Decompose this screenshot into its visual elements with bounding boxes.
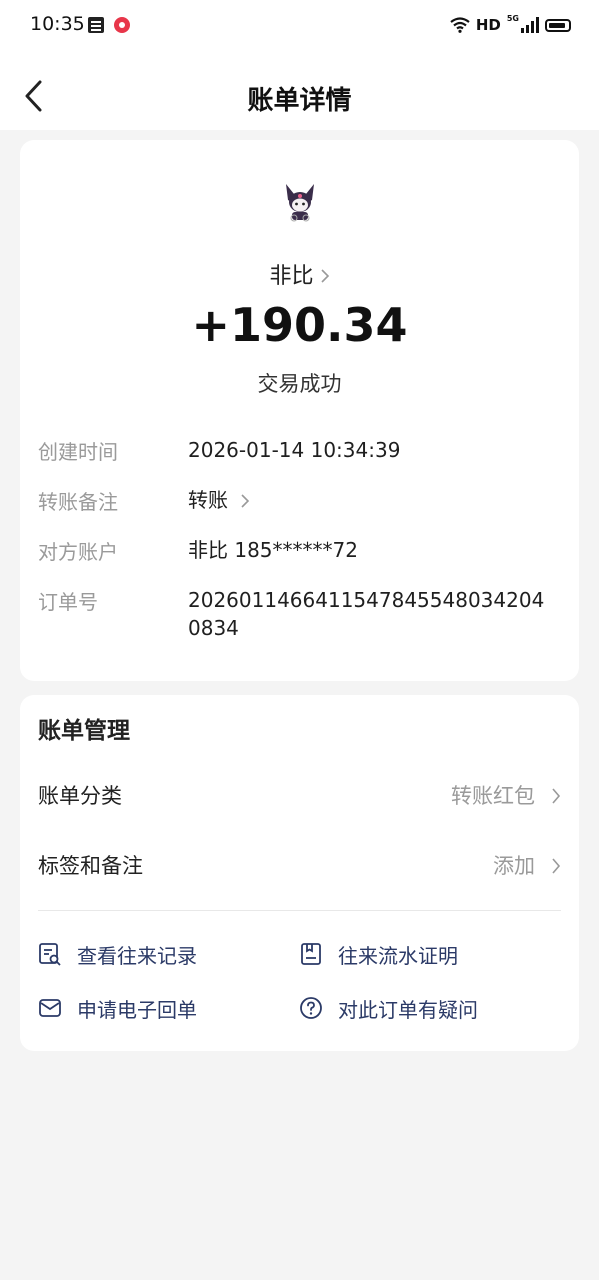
- wifi-icon: [450, 17, 470, 33]
- e-receipt-link[interactable]: 申请电子回单: [38, 994, 197, 1022]
- order-question-link[interactable]: 对此订单有疑问: [299, 994, 478, 1022]
- transaction-summary-card: 非比 +190.34 交易成功 创建时间 2026-01-14 10:34:39…: [20, 140, 579, 681]
- records-icon: [38, 942, 62, 966]
- status-indicators: HD 5G: [450, 14, 571, 36]
- statement-icon: [299, 942, 323, 966]
- section-title: 账单管理: [38, 718, 130, 744]
- statement-proof-link[interactable]: 往来流水证明: [299, 940, 458, 968]
- row-label: 标签和备注: [38, 854, 143, 878]
- signal-icon: [521, 17, 539, 33]
- question-icon: [299, 996, 323, 1020]
- detail-label: 订单号: [38, 590, 98, 614]
- status-time: 10:35: [30, 13, 85, 35]
- tags-notes-row[interactable]: 标签和备注 添加: [38, 850, 561, 880]
- bill-category-row[interactable]: 账单分类 转账红包: [38, 780, 561, 810]
- chevron-right-icon: [320, 265, 330, 290]
- header-area: 10:35 HD 5G 账单详情: [0, 0, 599, 130]
- news-app-icon: [88, 17, 104, 33]
- detail-value: 2026011466411547845548034204​0834: [188, 588, 545, 640]
- action-label: 往来流水证明: [338, 943, 458, 968]
- divider: [38, 910, 561, 911]
- chevron-right-icon: [551, 856, 561, 880]
- payee-name: 非比: [269, 264, 314, 289]
- payee-avatar[interactable]: [282, 182, 318, 222]
- chevron-right-icon: [240, 488, 250, 516]
- detail-value: 非比 185******72: [188, 538, 358, 562]
- bill-management-card: 账单管理 账单分类 转账红包 标签和备注 添加 查看往来记录 往来流水证明 申请…: [20, 695, 579, 1051]
- transaction-amount: +190.34: [191, 298, 408, 352]
- action-label: 对此订单有疑问: [338, 997, 478, 1022]
- payee-name-link[interactable]: 非比: [20, 258, 579, 290]
- row-value: 添加: [493, 854, 535, 878]
- video-app-icon: [114, 17, 130, 33]
- detail-label: 对方账户: [38, 540, 118, 564]
- hd-label: HD: [475, 16, 501, 34]
- chevron-right-icon: [551, 786, 561, 810]
- action-label: 申请电子回单: [77, 997, 197, 1022]
- row-value: 转账红包: [451, 784, 535, 808]
- status-bar: 10:35 HD 5G: [0, 0, 599, 52]
- action-label: 查看往来记录: [77, 943, 197, 968]
- detail-value: 2026-01-14 10:34:39: [188, 438, 401, 462]
- battery-icon: [545, 18, 571, 32]
- detail-value: 转账: [188, 488, 228, 512]
- detail-label: 转账备注: [38, 490, 118, 514]
- transaction-status: 交易成功: [257, 372, 342, 396]
- row-label: 账单分类: [38, 784, 122, 808]
- page-title: 账单详情: [247, 86, 352, 116]
- nav-bar: 账单详情: [0, 60, 599, 130]
- network-label: 5G: [506, 14, 519, 23]
- view-records-link[interactable]: 查看往来记录: [38, 940, 197, 968]
- detail-value-wrap: 转账: [188, 486, 568, 516]
- detail-label: 创建时间: [38, 440, 118, 464]
- mail-icon: [38, 996, 62, 1020]
